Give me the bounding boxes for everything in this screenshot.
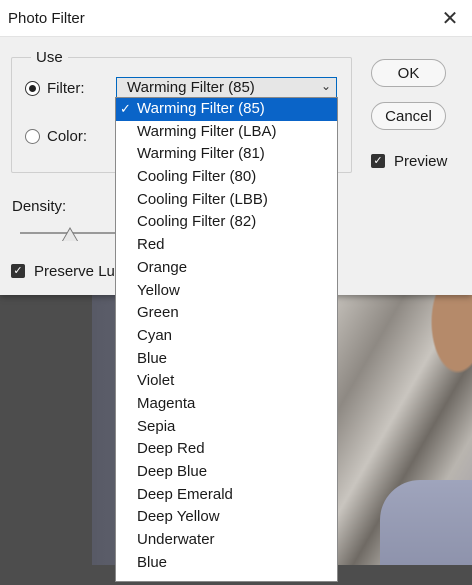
dropdown-item[interactable]: Underwater bbox=[116, 529, 337, 552]
dropdown-item-label: Deep Emerald bbox=[137, 485, 233, 503]
filter-dropdown-list[interactable]: ✓ Warming Filter (85) Warming Filter (LBA)… bbox=[115, 97, 338, 582]
dropdown-item[interactable]: Red bbox=[116, 234, 337, 257]
dropdown-item[interactable]: Cooling Filter (82) bbox=[116, 211, 337, 234]
cancel-button-label: Cancel bbox=[385, 107, 432, 125]
title-bar: Photo Filter ✕ bbox=[0, 0, 472, 37]
dropdown-item-label: Cyan bbox=[137, 326, 173, 344]
chevron-down-icon: ⌄ bbox=[320, 79, 331, 93]
filter-label: Filter: bbox=[47, 80, 85, 97]
filter-select-value: Warming Filter (85) bbox=[127, 79, 255, 96]
dropdown-item[interactable]: Deep Yellow bbox=[116, 506, 337, 529]
dropdown-item[interactable]: Cyan bbox=[116, 325, 337, 348]
dropdown-item[interactable]: Orange bbox=[116, 257, 337, 280]
dropdown-item-label: Cooling Filter (80) bbox=[137, 168, 257, 186]
preview-label: Preview bbox=[394, 153, 448, 170]
dropdown-item-label: Blue bbox=[137, 553, 168, 571]
dropdown-item-label: Warming Filter (LBA) bbox=[137, 122, 277, 140]
ok-button-label: OK bbox=[397, 64, 420, 82]
use-group-label: Use bbox=[31, 49, 68, 66]
color-radio[interactable] bbox=[25, 129, 40, 144]
dropdown-item-label: Magenta bbox=[137, 394, 196, 412]
dropdown-item-label: Yellow bbox=[137, 281, 180, 299]
dropdown-item[interactable]: Yellow bbox=[116, 280, 337, 303]
dropdown-item[interactable]: Deep Blue bbox=[116, 461, 337, 484]
dropdown-item-label: Blue bbox=[137, 349, 168, 367]
filter-radio[interactable] bbox=[25, 81, 40, 96]
dropdown-item[interactable]: Deep Emerald bbox=[116, 484, 337, 507]
dropdown-item-label: Underwater bbox=[137, 531, 215, 549]
checkmark-icon: ✓ bbox=[13, 265, 23, 277]
dropdown-item-label: Deep Blue bbox=[137, 463, 208, 480]
dropdown-item[interactable]: Deep Red bbox=[116, 438, 337, 461]
cancel-button[interactable]: Cancel bbox=[371, 102, 446, 130]
dropdown-item-label: Cooling Filter (82) bbox=[137, 213, 257, 231]
dropdown-item[interactable]: Cooling Filter (80) bbox=[116, 166, 337, 189]
dropdown-item[interactable]: Blue bbox=[116, 552, 337, 575]
color-label: Color: bbox=[47, 128, 88, 145]
checkmark-icon: ✓ bbox=[120, 101, 131, 116]
dropdown-item-label: Red bbox=[137, 236, 165, 254]
density-label: Density: bbox=[12, 198, 67, 215]
dropdown-item-label: Sepia bbox=[137, 417, 176, 435]
dropdown-item-label: Cooling Filter (LBB) bbox=[137, 190, 268, 208]
dropdown-item[interactable]: Violet bbox=[116, 370, 337, 393]
dropdown-item-label: Deep Yellow bbox=[137, 508, 220, 526]
dropdown-item-label: Green bbox=[137, 304, 179, 322]
dialog-title: Photo Filter bbox=[8, 9, 85, 27]
close-icon: ✕ bbox=[441, 7, 459, 30]
dropdown-item[interactable]: ✓ Warming Filter (85) bbox=[116, 98, 337, 121]
dropdown-item[interactable]: Warming Filter (LBA) bbox=[116, 121, 337, 144]
filter-select[interactable]: Warming Filter (85) ⌄ bbox=[116, 77, 337, 99]
dropdown-item[interactable]: Blue bbox=[116, 348, 337, 371]
dropdown-item-label: Orange bbox=[137, 258, 188, 276]
dropdown-item[interactable]: Green bbox=[116, 302, 337, 325]
dropdown-item-label: Warming Filter (81) bbox=[137, 145, 265, 163]
checkmark-icon: ✓ bbox=[373, 155, 383, 167]
ok-button[interactable]: OK bbox=[371, 59, 446, 87]
photo-subject-shirt bbox=[380, 480, 472, 565]
dropdown-item[interactable]: Warming Filter (81) bbox=[116, 143, 337, 166]
dropdown-item-label: Warming Filter (85) bbox=[137, 100, 265, 117]
dropdown-item[interactable]: Magenta bbox=[116, 393, 337, 416]
dropdown-item[interactable]: Cooling Filter (LBB) bbox=[116, 189, 337, 212]
dropdown-item[interactable]: Sepia bbox=[116, 416, 337, 439]
close-button[interactable]: ✕ bbox=[428, 0, 472, 36]
preserve-luminosity-checkbox[interactable]: ✓ bbox=[11, 264, 25, 278]
dropdown-item-label: Deep Red bbox=[137, 440, 205, 458]
dropdown-item-label: Violet bbox=[137, 372, 175, 390]
density-slider-thumb[interactable] bbox=[63, 229, 77, 241]
preview-checkbox[interactable]: ✓ bbox=[371, 154, 385, 168]
preserve-luminosity-label: Preserve Lur bbox=[34, 263, 120, 280]
